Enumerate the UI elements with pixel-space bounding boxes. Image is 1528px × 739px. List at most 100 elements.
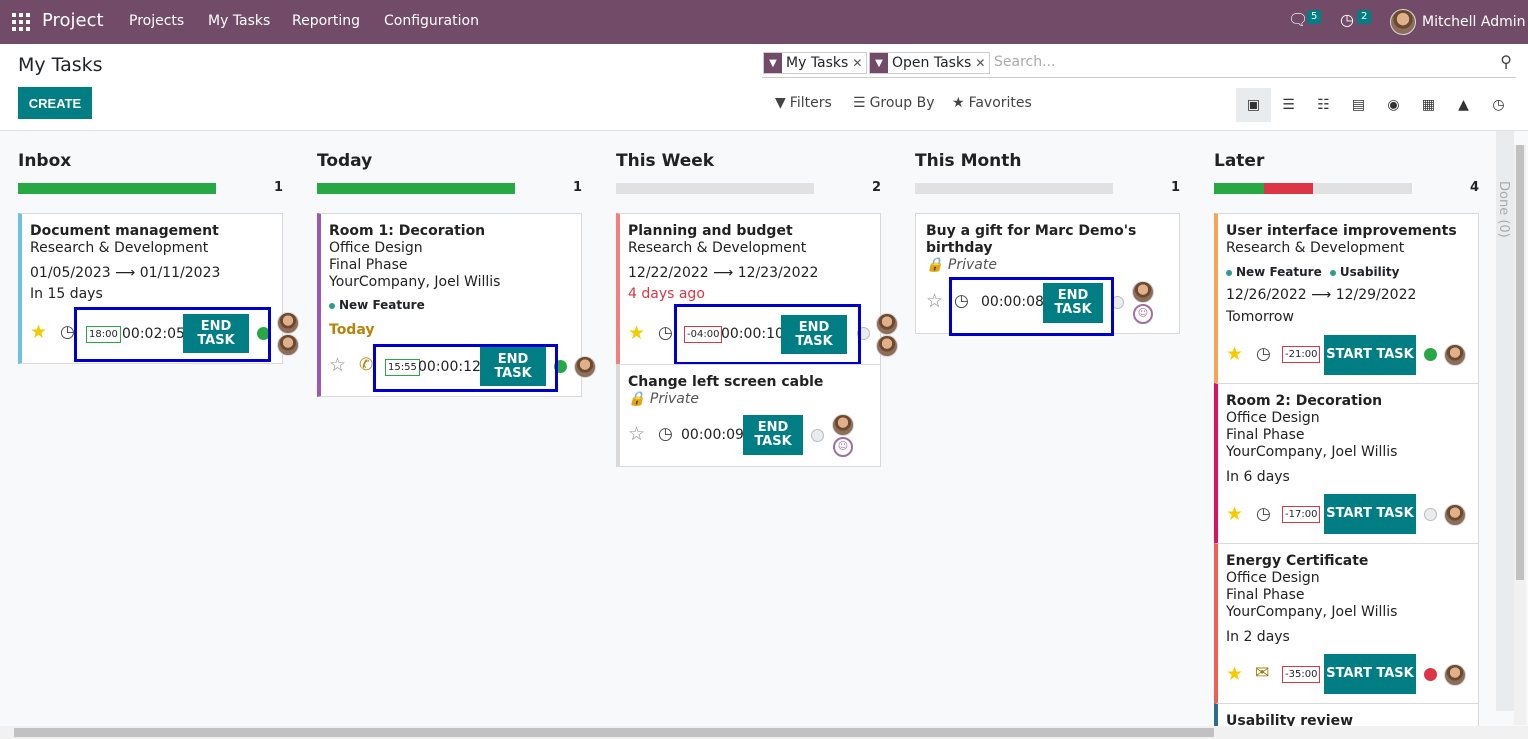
facet-remove-icon[interactable]: ✕ [852, 56, 866, 70]
task-title: Usability review [1226, 713, 1354, 726]
task-stage: Final Phase [1226, 587, 1305, 603]
map-view-icon[interactable]: ◉ [1376, 88, 1411, 122]
pivot-view-icon[interactable]: ▦ [1411, 88, 1446, 122]
task-private: 🔒 Private [628, 391, 699, 407]
column-progress[interactable] [1214, 183, 1412, 194]
column-count: 2 [871, 180, 881, 195]
task-card[interactable]: Energy Certificate Office Design Final P… [1214, 543, 1479, 704]
task-timer: 00:00:09 [681, 427, 744, 443]
customer-rating-icon: ☺ [833, 437, 853, 457]
planned-hours-badge: -17:00 [1282, 506, 1321, 523]
menu-reporting[interactable]: Reporting [292, 13, 360, 29]
task-card[interactable]: Planning and budget Research & Developme… [616, 213, 898, 365]
filters-button[interactable]: ▼ Filters [775, 95, 832, 111]
user-name: Mitchell Admin [1422, 14, 1526, 30]
task-card[interactable]: User interface improvements Research & D… [1214, 213, 1479, 384]
user-menu[interactable]: Mitchell Admin [1390, 9, 1526, 35]
priority-star-icon[interactable]: ☆ [926, 290, 943, 312]
task-deadline: In 6 days [1226, 469, 1290, 485]
column-progress[interactable] [18, 183, 216, 194]
favorites-button[interactable]: ★ Favorites [952, 95, 1032, 111]
task-title: Room 1: Decoration [329, 223, 486, 239]
priority-star-icon[interactable]: ★ [1226, 503, 1243, 525]
task-title: Planning and budget [628, 223, 793, 239]
kanban-state-dot[interactable] [811, 429, 824, 442]
task-card[interactable]: Room 2: Decoration Office Design Final P… [1214, 383, 1479, 544]
menu-projects[interactable]: Projects [129, 13, 184, 29]
facet-remove-icon[interactable]: ✕ [975, 56, 989, 70]
assignee-avatar [1444, 504, 1466, 526]
task-project: Research & Development [1226, 240, 1405, 256]
filter-icon: ▼ [764, 53, 782, 73]
calendar-view-icon[interactable]: ▤ [1341, 88, 1376, 122]
task-card[interactable]: Usability review [1214, 703, 1479, 726]
priority-star-icon[interactable]: ★ [30, 321, 47, 343]
vertical-scrollbar[interactable] [1514, 145, 1526, 725]
task-card[interactable]: Document management Research & Developme… [18, 213, 299, 364]
column-progress[interactable] [915, 183, 1113, 194]
column-count: 1 [273, 180, 283, 195]
start-task-button[interactable]: START TASK [1324, 494, 1416, 534]
clock-icon[interactable]: ◷ [658, 323, 673, 343]
horizontal-scrollbar[interactable] [0, 726, 1528, 739]
task-title: Buy a gift for Marc Demo's [926, 223, 1137, 239]
group-by-button[interactable]: ☰ Group By [853, 95, 935, 111]
menu-my-tasks[interactable]: My Tasks [208, 13, 270, 29]
clock-icon[interactable]: ◷ [658, 424, 673, 444]
kanban-view-icon[interactable]: ▣ [1236, 88, 1271, 122]
planned-hours-badge: -35:00 [1282, 666, 1321, 683]
gantt-view-icon[interactable]: ◷ [1481, 88, 1516, 122]
task-title: User interface improvements [1226, 223, 1457, 239]
search-bar: ▼ My Tasks ✕ ▼ Open Tasks ✕ Search... ⚲ [762, 50, 1516, 78]
done-column-label: Done (0) [1496, 181, 1511, 238]
activity-view-icon[interactable]: ☷ [1306, 88, 1341, 122]
envelope-icon[interactable]: ✉ [1255, 663, 1269, 683]
task-partner: YourCompany, Joel Willis [1226, 604, 1398, 620]
customer-rating-icon: ☺ [1133, 304, 1153, 324]
priority-star-icon[interactable]: ★ [1226, 343, 1243, 365]
create-button[interactable]: CREATE [18, 87, 92, 119]
priority-star-icon[interactable]: ☆ [628, 423, 645, 445]
task-card[interactable]: Room 1: Decoration Office Design Final P… [317, 213, 596, 397]
task-title: Document management [30, 223, 219, 239]
task-dates: 01/05/2023 ⟶ 01/11/2023 [30, 265, 221, 281]
task-tag: New Feature Usability [1226, 265, 1399, 279]
kanban-state-dot[interactable] [1424, 508, 1437, 521]
layers-icon: ☰ [853, 95, 866, 111]
menu-configuration[interactable]: Configuration [384, 13, 479, 29]
chat-icon[interactable]: 🗨 [1288, 10, 1308, 29]
priority-star-icon[interactable]: ★ [628, 322, 645, 344]
phone-icon[interactable]: ✆ [359, 355, 373, 375]
clock-icon[interactable]: ◷ [1256, 344, 1271, 364]
start-task-button[interactable]: START TASK [1324, 335, 1416, 375]
end-task-button[interactable]: END TASK [743, 415, 803, 455]
app-brand[interactable]: Project [42, 10, 104, 31]
start-task-button[interactable]: START TASK [1324, 654, 1416, 694]
apps-menu-icon[interactable] [12, 13, 30, 31]
column-progress[interactable] [317, 183, 515, 194]
kanban-board: Inbox 1 Document management Research & D… [0, 131, 1528, 726]
column-progress[interactable] [616, 183, 814, 194]
filters-label: Filters [789, 95, 832, 111]
priority-star-icon[interactable]: ☆ [329, 354, 346, 376]
graph-view-icon[interactable]: ▲ [1446, 88, 1481, 122]
kanban-state-dot[interactable] [1424, 348, 1437, 361]
kanban-state-dot[interactable] [1424, 668, 1437, 681]
task-project: Research & Development [30, 240, 209, 256]
task-card[interactable]: Buy a gift for Marc Demo's birthday 🔒 Pr… [915, 213, 1180, 336]
task-card[interactable]: Change left screen cable 🔒 Private ☆ ◷ 0… [616, 364, 881, 467]
column-title: Later [1214, 151, 1265, 171]
activity-clock-icon[interactable]: ◷ [1340, 10, 1354, 29]
list-view-icon[interactable]: ☰ [1271, 88, 1306, 122]
task-deadline: Today [329, 322, 375, 338]
column-done-folded[interactable]: Done (0) [1496, 131, 1514, 711]
task-dates: 12/22/2022 ⟶ 12/23/2022 [628, 265, 819, 281]
column-title: Today [317, 151, 373, 171]
priority-star-icon[interactable]: ★ [1226, 663, 1243, 685]
clock-icon[interactable]: ◷ [1256, 504, 1271, 524]
facet-my-tasks: ▼ My Tasks ✕ [763, 52, 868, 74]
search-input[interactable]: Search... [994, 54, 1055, 70]
clock-icon[interactable]: ◷ [60, 322, 75, 342]
search-icon[interactable]: ⚲ [1500, 52, 1512, 71]
filter-icon: ▼ [870, 53, 888, 73]
